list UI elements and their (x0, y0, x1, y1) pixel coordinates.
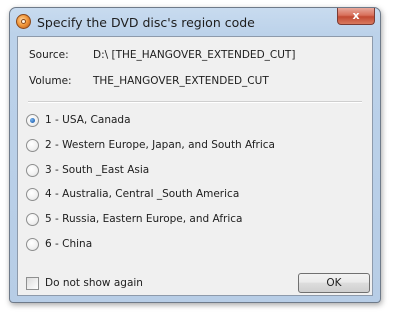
window-title: Specify the DVD disc's region code (37, 15, 255, 30)
radio-button[interactable] (26, 213, 39, 226)
region-option-label: 2 - Western Europe, Japan, and South Afr… (45, 139, 275, 151)
close-icon: x (352, 9, 360, 22)
volume-label: Volume: (29, 75, 72, 87)
do-not-show-label: Do not show again (45, 277, 143, 289)
do-not-show-checkbox[interactable] (26, 277, 39, 290)
radio-button[interactable] (26, 238, 39, 251)
region-option-label: 4 - Australia, Central _South America (45, 188, 240, 200)
close-button[interactable]: x (337, 8, 375, 25)
source-label: Source: (29, 49, 69, 61)
dvd-disc-icon (16, 14, 31, 29)
region-option-label: 1 - USA, Canada (45, 114, 131, 126)
radio-button[interactable] (26, 164, 39, 177)
separator (28, 101, 362, 103)
region-option-label: 5 - Russia, Eastern Europe, and Africa (45, 213, 243, 225)
title-bar[interactable]: Specify the DVD disc's region code x (10, 8, 380, 36)
dialog-client-area: Source: D:\ [THE_HANGOVER_EXTENDED_CUT] … (17, 36, 373, 296)
region-option-label: 3 - South _East Asia (45, 164, 150, 176)
radio-button[interactable] (26, 188, 39, 201)
dialog-window: Specify the DVD disc's region code x Sou… (9, 7, 381, 303)
radio-button[interactable] (26, 139, 39, 152)
region-option-label: 6 - China (45, 238, 93, 250)
volume-value: THE_HANGOVER_EXTENDED_CUT (93, 75, 269, 87)
source-value: D:\ [THE_HANGOVER_EXTENDED_CUT] (93, 49, 296, 61)
ok-button[interactable]: OK (298, 273, 370, 293)
radio-button[interactable] (26, 114, 39, 127)
